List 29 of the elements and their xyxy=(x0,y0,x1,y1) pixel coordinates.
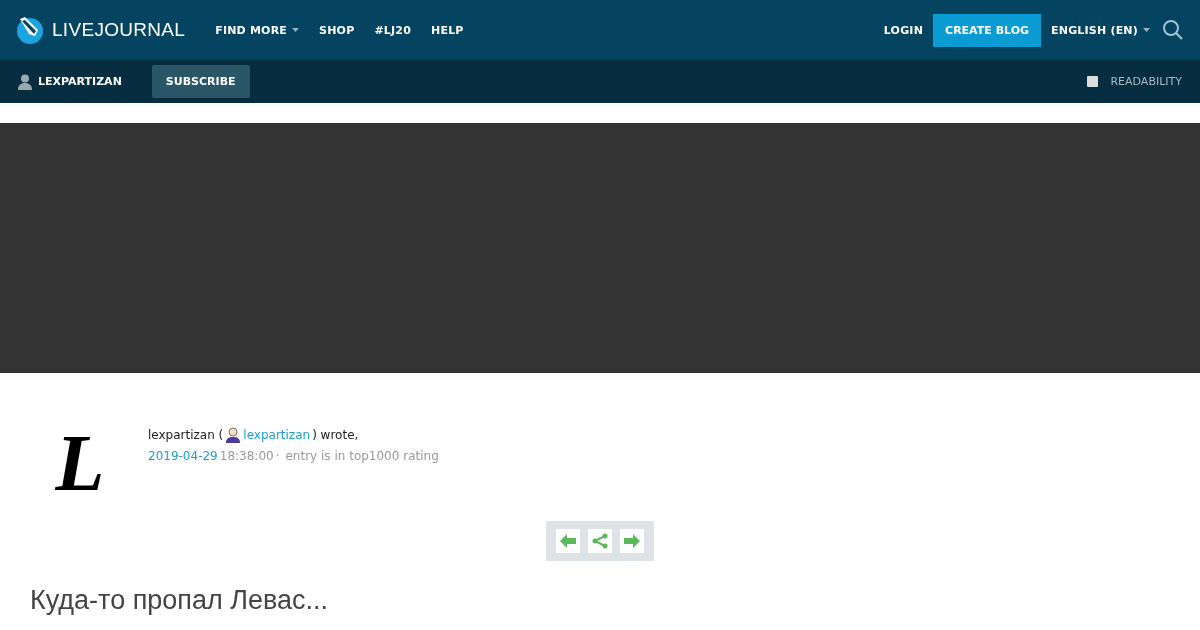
user-icon xyxy=(18,73,32,90)
previous-button[interactable] xyxy=(556,529,580,553)
readability-label: READABILITY xyxy=(1110,75,1182,88)
nav-link[interactable]: HELP xyxy=(431,23,464,37)
nav-link[interactable]: #LJ20 xyxy=(374,23,412,37)
logo-text[interactable]: LIVEJOURNAL xyxy=(52,19,186,41)
post-title: Куда-то пропал Левас... xyxy=(30,585,329,616)
user-icon xyxy=(225,427,242,443)
next-button[interactable] xyxy=(620,529,644,553)
caret-icon xyxy=(1143,28,1150,32)
author-name: lexpartizan ( xyxy=(148,428,224,442)
wrote-text: ) wrote, xyxy=(312,428,359,442)
rating-text: entry is in top1000 rating xyxy=(285,449,439,463)
arrow-right-icon xyxy=(624,534,640,548)
arrow-left-icon xyxy=(560,534,576,548)
post-time: 18:38:00 xyxy=(219,449,274,463)
user-link[interactable]: LEXPARTIZAN xyxy=(18,73,122,90)
logo-icon xyxy=(16,16,44,44)
language-selector[interactable]: ENGLISH (EN) xyxy=(1051,23,1150,37)
nav-link[interactable]: SHOP xyxy=(319,23,355,37)
separator: · xyxy=(275,449,280,463)
nav-link[interactable]: FIND MORE xyxy=(215,23,300,37)
search-icon[interactable] xyxy=(1162,19,1184,41)
readability-checkbox[interactable] xyxy=(1087,76,1099,87)
share-icon xyxy=(592,533,608,549)
subscribe-button[interactable]: SUBSCRIBE xyxy=(151,65,250,98)
login-link[interactable]: LOGIN xyxy=(883,23,924,37)
userpic: L xyxy=(54,423,106,503)
share-button[interactable] xyxy=(588,529,612,553)
